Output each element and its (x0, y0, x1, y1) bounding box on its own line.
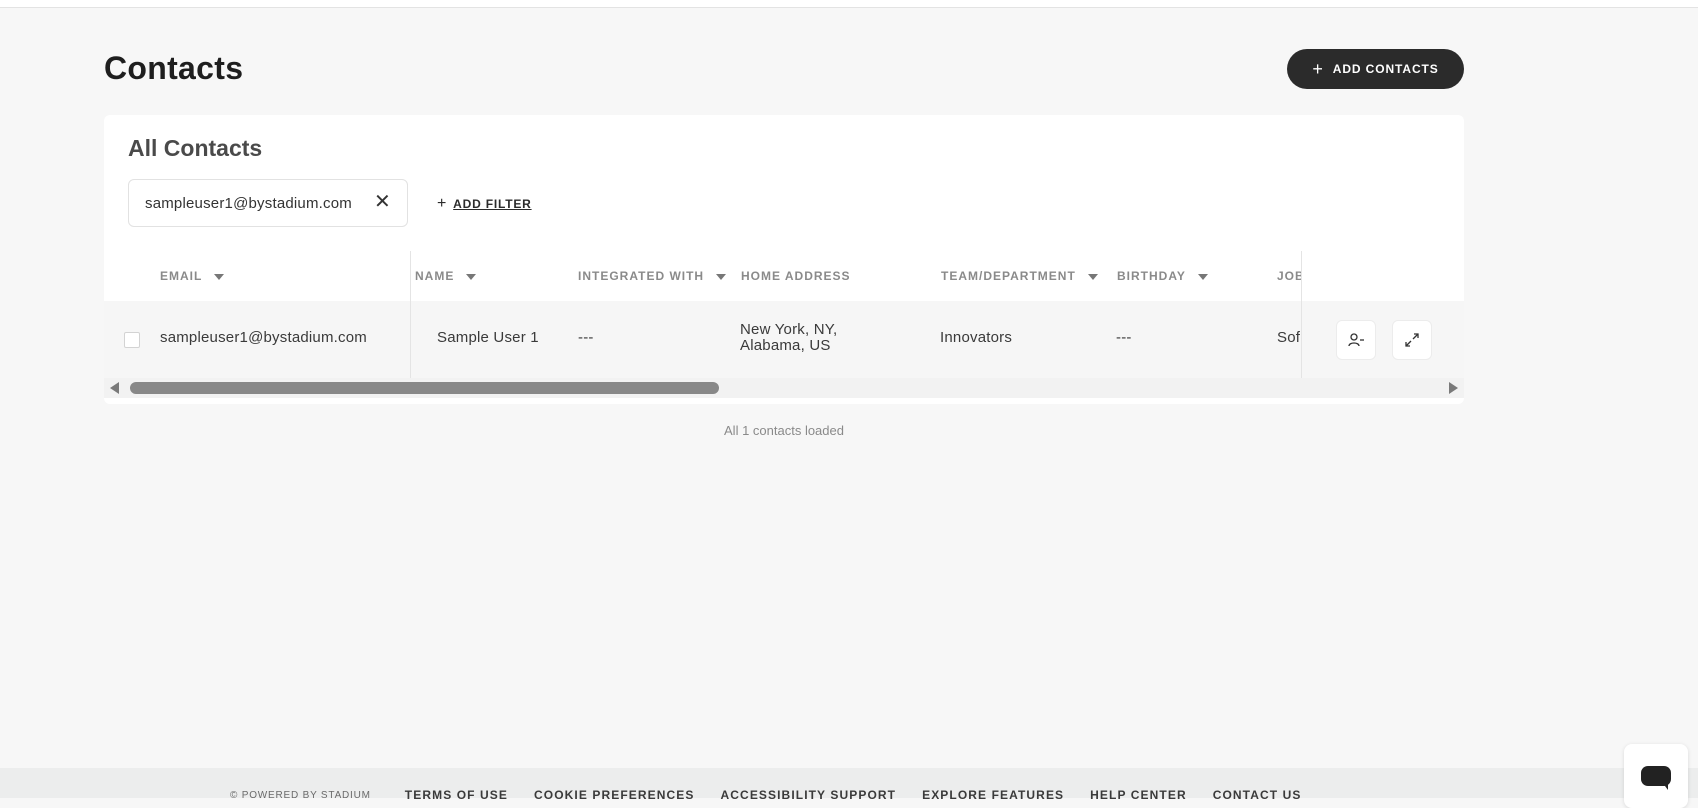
address-line-1: New York, NY, (740, 321, 838, 338)
sort-caret-icon[interactable] (716, 273, 727, 280)
close-icon[interactable]: ✕ (374, 192, 391, 212)
sort-caret-icon[interactable] (1087, 273, 1098, 280)
plus-icon: + (437, 195, 448, 212)
add-contacts-button[interactable]: + ADD CONTACTS (1287, 49, 1464, 89)
cell-birthday: --- (1116, 329, 1132, 346)
horizontal-scrollbar[interactable] (104, 378, 1464, 398)
footer-link-help[interactable]: HELP CENTER (1090, 788, 1187, 802)
cell-job: Sof (1277, 329, 1301, 346)
column-label: EMAIL (160, 269, 203, 283)
column-header-team[interactable]: TEAM/DEPARTMENT (941, 269, 1098, 283)
email-filter-chip[interactable]: sampleuser1@bystadium.com ✕ (128, 179, 408, 227)
column-header-job[interactable]: JOB (1277, 269, 1301, 283)
add-filter-label: ADD FILTER (453, 197, 532, 211)
cell-integrated-with: --- (578, 329, 594, 346)
column-label: TEAM/DEPARTMENT (941, 269, 1076, 283)
column-label: NAME (415, 269, 455, 283)
cell-team: Innovators (940, 329, 1013, 346)
column-label: INTEGRATED WITH (578, 269, 705, 283)
column-divider (1301, 251, 1302, 378)
table-header: EMAIL NAME INTEGRATED WITH HOME ADDRESS … (104, 251, 1464, 301)
expand-contact-button[interactable] (1392, 320, 1432, 360)
column-label: BIRTHDAY (1117, 269, 1186, 283)
address-line-2: Alabama, US (740, 337, 831, 354)
sort-caret-icon[interactable] (1197, 273, 1208, 280)
footer: © POWERED BY STADIUM TERMS OF USE COOKIE… (0, 768, 1698, 802)
remove-contact-button[interactable] (1336, 320, 1376, 360)
column-header-home-address[interactable]: HOME ADDRESS (741, 269, 851, 283)
scrollbar-thumb[interactable] (130, 382, 719, 394)
column-label: JOB (1277, 269, 1301, 283)
sort-caret-icon[interactable] (466, 273, 477, 280)
add-filter-button[interactable]: + ADD FILTER (437, 195, 532, 213)
column-label: HOME ADDRESS (741, 269, 851, 283)
remove-user-icon (1348, 333, 1364, 347)
sort-caret-icon[interactable] (214, 273, 225, 280)
powered-by: © POWERED BY STADIUM (230, 789, 371, 801)
footer-link-contact[interactable]: CONTACT US (1213, 788, 1302, 802)
contacts-card: All Contacts sampleuser1@bystadium.com ✕… (104, 115, 1464, 404)
expand-icon (1405, 333, 1419, 347)
filter-chip-value: sampleuser1@bystadium.com (145, 194, 352, 212)
column-header-name[interactable]: NAME (415, 269, 477, 283)
column-header-birthday[interactable]: BIRTHDAY (1117, 269, 1208, 283)
loaded-status: All 1 contacts loaded (724, 423, 844, 438)
cell-email: sampleuser1@bystadium.com (160, 329, 367, 346)
top-bar (0, 0, 1698, 8)
row-checkbox[interactable] (124, 332, 140, 348)
chat-widget-button[interactable] (1624, 744, 1688, 808)
footer-link-terms[interactable]: TERMS OF USE (405, 788, 508, 802)
table-row[interactable]: sampleuser1@bystadium.com Sample User 1 … (104, 301, 1464, 378)
footer-link-explore[interactable]: EXPLORE FEATURES (922, 788, 1064, 802)
footer-link-accessibility[interactable]: ACCESSIBILITY SUPPORT (721, 788, 897, 802)
cell-name: Sample User 1 (437, 329, 539, 346)
chat-bubble-tail (1662, 782, 1668, 790)
add-contacts-label: ADD CONTACTS (1332, 62, 1439, 76)
plus-icon: + (1312, 59, 1324, 79)
column-header-integrated-with[interactable]: INTEGRATED WITH (578, 269, 727, 283)
card-title: All Contacts (128, 135, 263, 161)
page-title: Contacts (104, 50, 244, 86)
cell-home-address: New York, NY, Alabama, US (740, 322, 837, 354)
column-header-email[interactable]: EMAIL (160, 269, 225, 283)
footer-link-cookies[interactable]: COOKIE PREFERENCES (534, 788, 695, 802)
column-divider (410, 251, 411, 378)
scroll-left-arrow-icon[interactable] (110, 382, 119, 394)
scroll-right-arrow-icon[interactable] (1449, 382, 1458, 394)
